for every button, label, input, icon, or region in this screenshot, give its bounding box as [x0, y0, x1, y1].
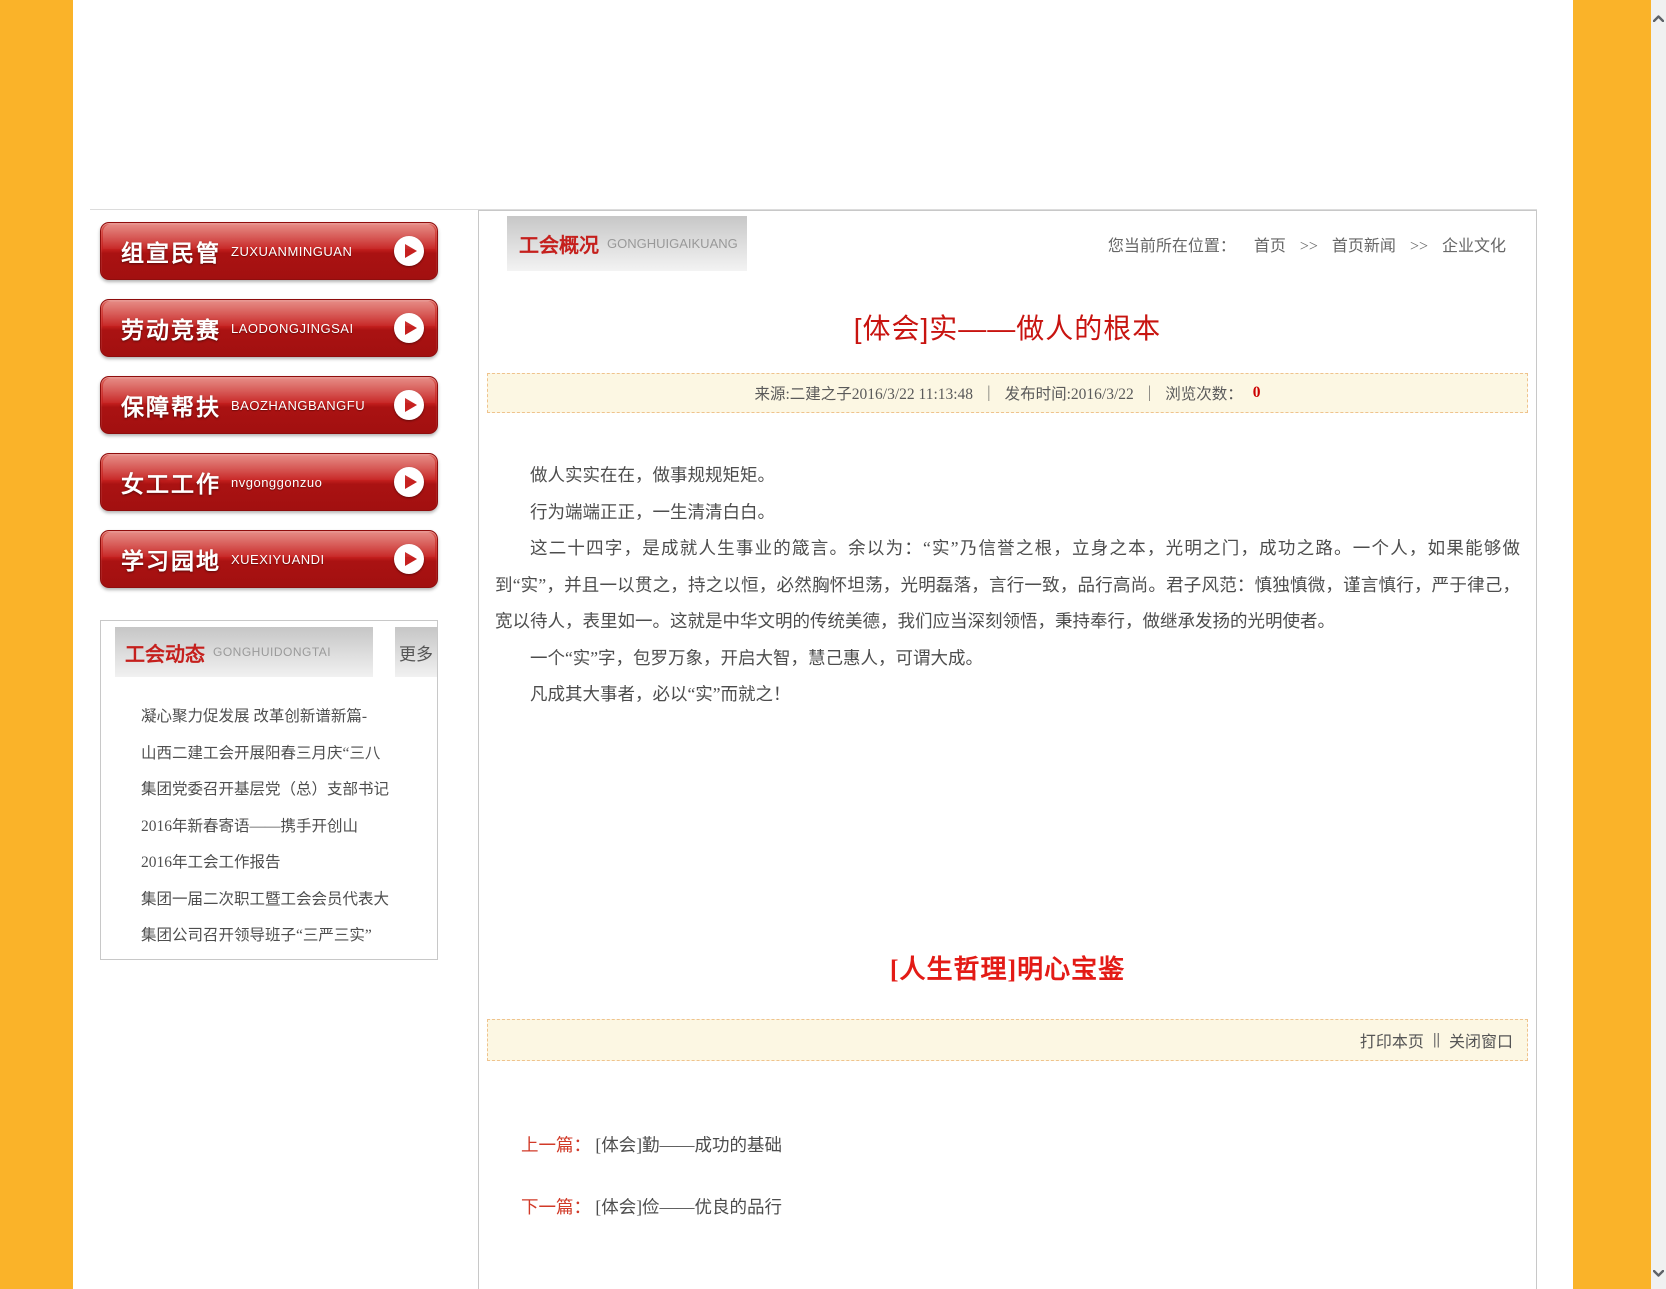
meta-separator: ｜	[981, 382, 997, 404]
left-orange-border	[0, 0, 73, 1289]
section-title: 工会概况	[519, 229, 599, 258]
breadcrumb-separator: >>	[1410, 238, 1428, 255]
sidebar-item-laodongjingsai[interactable]: 劳动竞赛 LAODONGJINGSAI	[100, 299, 438, 357]
breadcrumb-current[interactable]: 企业文化	[1442, 238, 1506, 255]
article-paragraph: 一个“实”字，包罗万象，开启大智，慧己惠人，可谓大成。	[495, 640, 1520, 677]
sidebar-item-zuxuanminguan[interactable]: 组宣民管 ZUXUANMINGUAN	[100, 222, 438, 280]
breadcrumb-prefix: 您当前所在位置：	[1108, 238, 1236, 255]
article-views-label: 浏览次数：	[1165, 382, 1243, 404]
article-meta-bar: 来源:二建之子2016/3/22 11:13:48 ｜ 发布时间:2016/3/…	[487, 373, 1528, 413]
scroll-down-button[interactable]	[1651, 1263, 1666, 1283]
print-bar-divider: ||	[1433, 1031, 1440, 1049]
news-more-link[interactable]: 更多	[395, 627, 437, 677]
nav-button-title: 女工工作	[121, 465, 221, 499]
article-source: 来源:二建之子2016/3/22 11:13:48	[754, 382, 973, 404]
article-pager: 上一篇： [体会]勤——成功的基础 下一篇： [体会]俭——优良的品行	[521, 1133, 1536, 1219]
print-close-bar: 打印本页 || 关闭窗口	[487, 1019, 1528, 1061]
prev-article-label: 上一篇：	[521, 1135, 591, 1155]
play-icon[interactable]	[394, 467, 424, 497]
article-paragraph: 行为端端正正，一生清清白白。	[495, 494, 1520, 531]
breadcrumb-link-home[interactable]: 首页	[1254, 238, 1286, 255]
news-list-item[interactable]: 山西二建工会开展阳春三月庆“三八	[141, 736, 431, 773]
article-views-count: 0	[1253, 384, 1261, 402]
prev-article-link[interactable]: [体会]勤——成功的基础	[595, 1135, 782, 1155]
news-panel-header: 工会动态 GONGHUIDONGTAI 更多	[115, 627, 437, 677]
nav-button-title: 劳动竞赛	[121, 311, 221, 345]
prev-article-row: 上一篇： [体会]勤——成功的基础	[521, 1133, 1536, 1157]
nav-button-pinyin: BAOZHANGBANGFU	[231, 398, 365, 413]
next-article-label: 下一篇：	[521, 1197, 591, 1217]
sidebar-item-baozhangbangfu[interactable]: 保障帮扶 BAOZHANGBANGFU	[100, 376, 438, 434]
news-list-item[interactable]: 2016年工会工作报告	[141, 845, 431, 882]
browser-scrollbar[interactable]	[1651, 0, 1666, 1289]
nav-button-pinyin: nvgonggonzuo	[231, 475, 322, 490]
main-panel-header: 工会概况 GONGHUIGAIKUANG 您当前所在位置： 首页 >> 首页新闻…	[479, 216, 1536, 271]
print-page-link[interactable]: 打印本页	[1360, 1028, 1424, 1052]
play-icon[interactable]	[394, 544, 424, 574]
section-tab-gonghuigaikuang: 工会概况 GONGHUIGAIKUANG	[507, 216, 747, 271]
news-panel-title: 工会动态	[125, 638, 205, 667]
nav-button-pinyin: LAODONGJINGSAI	[231, 321, 354, 336]
nav-button-title: 保障帮扶	[121, 388, 221, 422]
news-panel-title-block: 工会动态 GONGHUIDONGTAI	[115, 627, 373, 677]
news-list-item[interactable]: 集团党委召开基层党（总）支部书记	[141, 772, 431, 809]
sidebar-item-nvgonggongzuo[interactable]: 女工工作 nvgonggonzuo	[100, 453, 438, 511]
sidebar-item-xuexiyuandi[interactable]: 学习园地 XUEXIYUANDI	[100, 530, 438, 588]
play-icon[interactable]	[394, 236, 424, 266]
sidebar-nav: 组宣民管 ZUXUANMINGUAN 劳动竞赛 LAODONGJINGSAI 保…	[100, 222, 438, 607]
article-paragraph: 这二十四字，是成就人生事业的箴言。余以为：“实”乃信誉之根，立身之本，光明之门，…	[495, 530, 1520, 640]
right-orange-border	[1573, 0, 1651, 1289]
chevron-up-icon	[1653, 15, 1664, 22]
nav-button-title: 组宣民管	[121, 234, 221, 268]
news-list-item[interactable]: 2016年新春寄语——携手开创山	[141, 809, 431, 846]
news-list: 凝心聚力促发展 改革创新谱新篇- 山西二建工会开展阳春三月庆“三八 集团党委召开…	[141, 699, 431, 955]
nav-button-title: 学习园地	[121, 542, 221, 576]
breadcrumb-separator: >>	[1300, 238, 1318, 255]
article-body: 做人实实在在，做事规规矩矩。 行为端端正正，一生清清白白。 这二十四字，是成就人…	[495, 457, 1520, 713]
next-article-link[interactable]: [体会]俭——优良的品行	[595, 1197, 782, 1217]
breadcrumb-link-news[interactable]: 首页新闻	[1332, 238, 1396, 255]
article-subtitle: [人生哲理]明心宝鉴	[479, 953, 1536, 987]
nav-button-pinyin: ZUXUANMINGUAN	[231, 244, 352, 259]
close-window-link[interactable]: 关闭窗口	[1449, 1028, 1513, 1052]
chevron-down-icon	[1653, 1270, 1664, 1277]
play-icon[interactable]	[394, 390, 424, 420]
news-panel-pinyin: GONGHUIDONGTAI	[213, 645, 331, 659]
next-article-row: 下一篇： [体会]俭——优良的品行	[521, 1195, 1536, 1219]
section-pinyin: GONGHUIGAIKUANG	[607, 236, 738, 251]
scroll-up-button[interactable]	[1651, 8, 1666, 28]
play-icon[interactable]	[394, 313, 424, 343]
article-publish-time: 发布时间:2016/3/22	[1005, 382, 1134, 404]
news-list-item[interactable]: 集团一届二次职工暨工会会员代表大	[141, 882, 431, 919]
article-paragraph: 凡成其大事者，必以“实”而就之！	[495, 676, 1520, 713]
nav-button-pinyin: XUEXIYUANDI	[231, 552, 325, 567]
news-list-item[interactable]: 集团公司召开领导班子“三严三实”	[141, 918, 431, 955]
meta-separator: ｜	[1142, 382, 1158, 404]
news-list-item[interactable]: 凝心聚力促发展 改革创新谱新篇-	[141, 699, 431, 736]
breadcrumb: 您当前所在位置： 首页 >> 首页新闻 >> 企业文化	[1108, 232, 1506, 256]
main-content-panel: 工会概况 GONGHUIGAIKUANG 您当前所在位置： 首页 >> 首页新闻…	[478, 210, 1537, 1289]
article-title: [体会]实——做人的根本	[479, 309, 1536, 349]
union-news-panel: 工会动态 GONGHUIDONGTAI 更多 凝心聚力促发展 改革创新谱新篇- …	[100, 620, 438, 960]
article-paragraph: 做人实实在在，做事规规矩矩。	[495, 457, 1520, 494]
